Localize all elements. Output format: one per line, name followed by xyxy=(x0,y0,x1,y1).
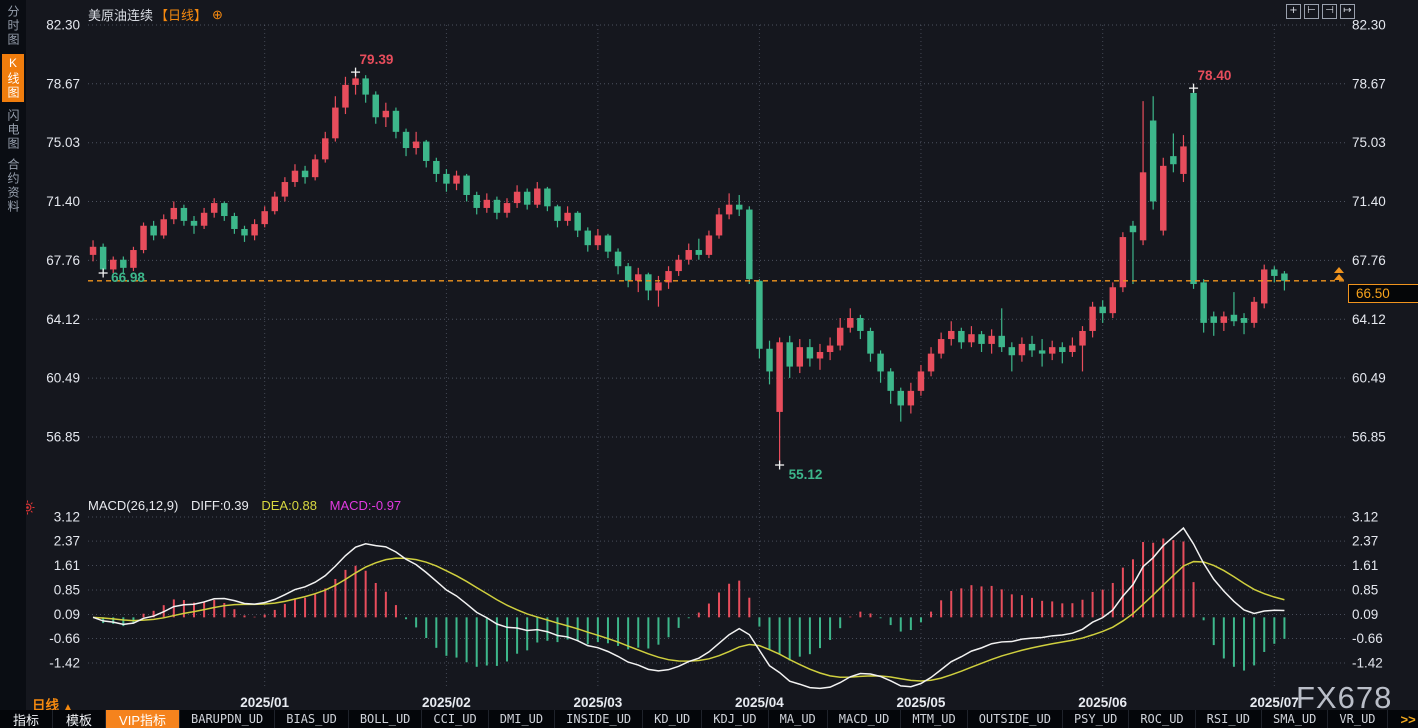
svg-text:0.85: 0.85 xyxy=(1352,583,1378,598)
macd-dea-value: DEA:0.88 xyxy=(261,498,317,513)
svg-text:75.03: 75.03 xyxy=(46,135,80,150)
svg-text:-0.66: -0.66 xyxy=(1352,631,1383,646)
axis-right-icon[interactable]: ⊣ xyxy=(1322,4,1337,19)
circle-plus-icon[interactable]: ⊕ xyxy=(212,7,223,23)
svg-text:2025/02: 2025/02 xyxy=(422,695,471,710)
svg-text:64.12: 64.12 xyxy=(46,312,80,327)
chart-title: 美原油连续 【日线】 ⊕ xyxy=(88,5,223,24)
svg-text:60.49: 60.49 xyxy=(46,371,80,386)
toolbar-tab-kdj_ud[interactable]: KDJ_UD xyxy=(702,710,768,728)
macd-macd-value: MACD:-0.97 xyxy=(330,498,402,513)
toolbar-tab-outside_ud[interactable]: OUTSIDE_UD xyxy=(968,710,1063,728)
svg-text:2025/01: 2025/01 xyxy=(240,695,289,710)
svg-text:2025/05: 2025/05 xyxy=(897,695,946,710)
svg-text:2.37: 2.37 xyxy=(1352,534,1378,549)
svg-text:-1.42: -1.42 xyxy=(1352,656,1383,671)
toolbar-tab-mtm_ud[interactable]: MTM_UD xyxy=(901,710,967,728)
crosshair-tool-icon[interactable]: + xyxy=(1286,4,1301,19)
svg-text:56.85: 56.85 xyxy=(46,430,80,445)
svg-text:0.09: 0.09 xyxy=(54,607,80,622)
toolbar-tab-指标[interactable]: 指标 xyxy=(0,710,53,728)
toolbar-tab-vip指标[interactable]: VIP指标 xyxy=(106,710,180,728)
svg-text:0.85: 0.85 xyxy=(54,583,80,598)
price-up-arrows-icon xyxy=(1334,267,1344,280)
sidebar-item-闪电图[interactable]: 闪电图 xyxy=(2,109,24,151)
toolbar-tab-sma_ud[interactable]: SMA_UD xyxy=(1262,710,1328,728)
svg-text:2025/03: 2025/03 xyxy=(573,695,622,710)
toolbar-tab-rsi_ud[interactable]: RSI_UD xyxy=(1196,710,1262,728)
macd-readout: MACD(26,12,9) DIFF:0.39 DEA:0.88 MACD:-0… xyxy=(88,498,410,513)
svg-text:64.12: 64.12 xyxy=(1352,312,1386,327)
svg-text:2025/06: 2025/06 xyxy=(1078,695,1127,710)
svg-text:1.61: 1.61 xyxy=(54,558,80,573)
macd-diff-value: DIFF:0.39 xyxy=(191,498,249,513)
sidebar-item-分时图[interactable]: 分时图 xyxy=(2,5,24,47)
toolbar-tab->>[interactable]: >> xyxy=(1388,710,1418,728)
svg-text:82.30: 82.30 xyxy=(1352,18,1386,33)
svg-text:78.40: 78.40 xyxy=(1198,68,1232,83)
svg-text:67.76: 67.76 xyxy=(46,253,80,268)
symbol-name: 美原油连续 xyxy=(88,5,153,24)
period-tag: 【日线】 xyxy=(155,5,207,24)
toolbar-tab-kd_ud[interactable]: KD_UD xyxy=(643,710,702,728)
jump-latest-icon[interactable]: ↦ xyxy=(1340,4,1355,19)
toolbar-tab-bias_ud[interactable]: BIAS_UD xyxy=(275,710,349,728)
toolbar-tab-dmi_ud[interactable]: DMI_UD xyxy=(489,710,555,728)
svg-text:2.37: 2.37 xyxy=(54,534,80,549)
toolbar-tab-vr_ud[interactable]: VR_UD xyxy=(1328,710,1387,728)
sidebar-item-合约资料[interactable]: 合约资料 xyxy=(2,158,24,214)
left-sidebar: 分时图 K线图闪电图合约资料 xyxy=(0,0,26,710)
svg-text:56.85: 56.85 xyxy=(1352,430,1386,445)
macd-name: MACD(26,12,9) xyxy=(88,498,178,513)
indicator-toolbar: 指标模板VIP指标BARUPDN_UDBIAS_UDBOLL_UDCCI_UDD… xyxy=(0,710,1418,728)
svg-text:75.03: 75.03 xyxy=(1352,135,1386,150)
toolbar-tab-macd_ud[interactable]: MACD_UD xyxy=(828,710,902,728)
toolbar-tab-barupdn_ud[interactable]: BARUPDN_UD xyxy=(180,710,275,728)
svg-text:78.67: 78.67 xyxy=(46,76,80,91)
svg-text:2025/07: 2025/07 xyxy=(1250,695,1299,710)
svg-text:-1.42: -1.42 xyxy=(49,656,80,671)
svg-text:2025/04: 2025/04 xyxy=(735,695,784,710)
svg-text:3.12: 3.12 xyxy=(1352,510,1378,525)
toolbar-tab-boll_ud[interactable]: BOLL_UD xyxy=(349,710,423,728)
svg-text:0.09: 0.09 xyxy=(1352,607,1378,622)
toolbar-tab-ma_ud[interactable]: MA_UD xyxy=(769,710,828,728)
sidebar-item-K线图[interactable]: K线图 xyxy=(2,54,24,102)
svg-text:79.39: 79.39 xyxy=(360,52,394,67)
svg-text:71.40: 71.40 xyxy=(1352,194,1386,209)
candlestick-chart[interactable]: 82.30 82.30 78.67 78.67 75.03 75.03 71.40 71.40… xyxy=(0,0,1418,728)
svg-text:71.40: 71.40 xyxy=(46,194,80,209)
svg-text:82.30: 82.30 xyxy=(46,18,80,33)
svg-text:-0.66: -0.66 xyxy=(49,631,80,646)
app-window: 82.30 82.30 78.67 78.67 75.03 75.03 71.40 71.40… xyxy=(0,0,1418,728)
last-price-tag: 66.50 xyxy=(1348,284,1418,303)
svg-text:67.76: 67.76 xyxy=(1352,253,1386,268)
svg-text:55.12: 55.12 xyxy=(789,467,823,482)
svg-text:66.98: 66.98 xyxy=(111,270,145,285)
toolbar-tab-模板[interactable]: 模板 xyxy=(53,710,106,728)
axis-left-icon[interactable]: ⊢ xyxy=(1304,4,1319,19)
toolbar-tab-psy_ud[interactable]: PSY_UD xyxy=(1063,710,1129,728)
toolbar-tab-roc_ud[interactable]: ROC_UD xyxy=(1129,710,1195,728)
chart-tool-icons: +⊢⊣↦ xyxy=(1286,4,1355,19)
svg-text:1.61: 1.61 xyxy=(1352,558,1378,573)
toolbar-tab-cci_ud[interactable]: CCI_UD xyxy=(422,710,488,728)
svg-text:78.67: 78.67 xyxy=(1352,76,1386,91)
svg-text:3.12: 3.12 xyxy=(54,510,80,525)
svg-text:60.49: 60.49 xyxy=(1352,371,1386,386)
toolbar-tab-inside_ud[interactable]: INSIDE_UD xyxy=(555,710,643,728)
